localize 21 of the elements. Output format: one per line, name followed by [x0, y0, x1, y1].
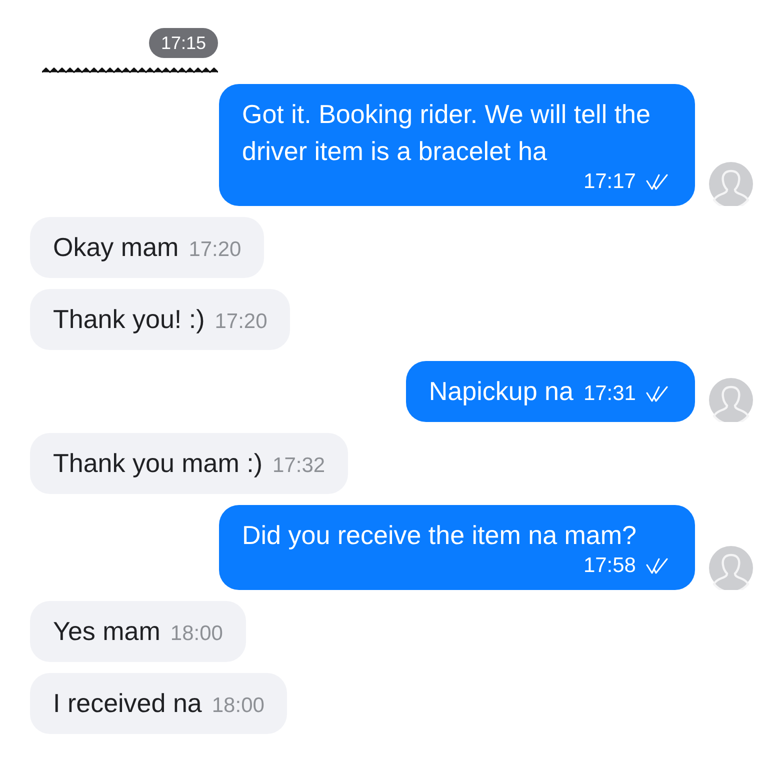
avatar-icon [709, 162, 753, 206]
message-time: 18:00 [170, 622, 223, 646]
message-text: Thank you mam :) [53, 447, 263, 480]
message-time: 17:58 [583, 554, 636, 578]
message-text: Napickup na [428, 375, 574, 408]
message-text: Did you receive the item na mam? [242, 519, 637, 552]
message-text: Thank you! :) [53, 303, 205, 336]
time-divider: 17:15 [148, 28, 218, 58]
message-time: 17:32 [272, 454, 326, 478]
avatar-icon [709, 546, 753, 590]
message-time: 17:31 [583, 382, 636, 406]
message-time: 17:20 [188, 238, 242, 262]
message-text: Okay mam [53, 231, 179, 264]
message-text: I received na [53, 687, 202, 720]
zigzag-line-icon [42, 67, 218, 73]
message-time: 17:17 [583, 170, 636, 194]
message-text: Yes mam [53, 615, 160, 648]
message-time: 18:00 [212, 694, 264, 718]
message-time: 17:20 [214, 310, 268, 334]
avatar-icon [709, 378, 753, 422]
message-text: Got it. Booking rider. We will tell the driver item is a bracelet ha [242, 98, 652, 168]
